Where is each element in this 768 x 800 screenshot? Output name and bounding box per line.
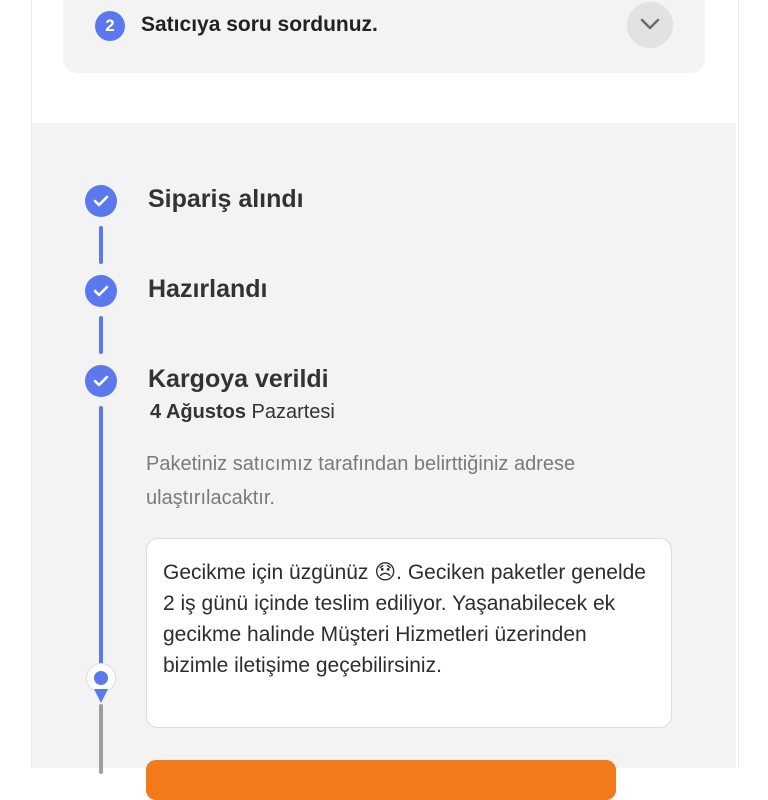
step-title-order-received: Sipariş alındı bbox=[148, 185, 304, 213]
shipping-date: 4 Ağustos Pazartesi bbox=[150, 401, 335, 424]
timeline-connector-pending bbox=[99, 704, 103, 774]
timeline-connector bbox=[99, 406, 103, 668]
delay-notice-text: Gecikme için üzgünüz 😞. Geciken paketler… bbox=[163, 561, 646, 677]
step-done-dot bbox=[85, 365, 117, 397]
step-title-shipped: Kargoya verildi bbox=[148, 365, 329, 393]
delay-notice: Gecikme için üzgünüz 😞. Geciken paketler… bbox=[146, 538, 672, 728]
checkmark-icon bbox=[93, 285, 109, 297]
shipping-description: Paketiniz satıcımız tarafından belirttiğ… bbox=[146, 453, 576, 509]
question-title: Satıcıya soru sordunuz. bbox=[141, 13, 378, 36]
current-location-pin-icon bbox=[87, 664, 115, 692]
checkmark-icon bbox=[93, 375, 109, 387]
pin-pointer bbox=[94, 689, 108, 703]
question-expand-button[interactable] bbox=[627, 2, 673, 48]
pin-center bbox=[94, 671, 108, 685]
primary-action-button[interactable] bbox=[146, 760, 616, 800]
step-done-dot bbox=[85, 275, 117, 307]
timeline-connector bbox=[99, 316, 103, 354]
timeline-connector bbox=[99, 226, 103, 264]
question-step-number: 2 bbox=[95, 11, 125, 41]
shipping-date-weekday: Pazartesi bbox=[251, 401, 335, 423]
step-done-dot bbox=[85, 185, 117, 217]
step-title-prepared: Hazırlandı bbox=[148, 275, 268, 303]
checkmark-icon bbox=[93, 195, 109, 207]
chevron-down-icon bbox=[640, 18, 660, 30]
shipping-date-day: 4 Ağustos bbox=[150, 401, 246, 423]
